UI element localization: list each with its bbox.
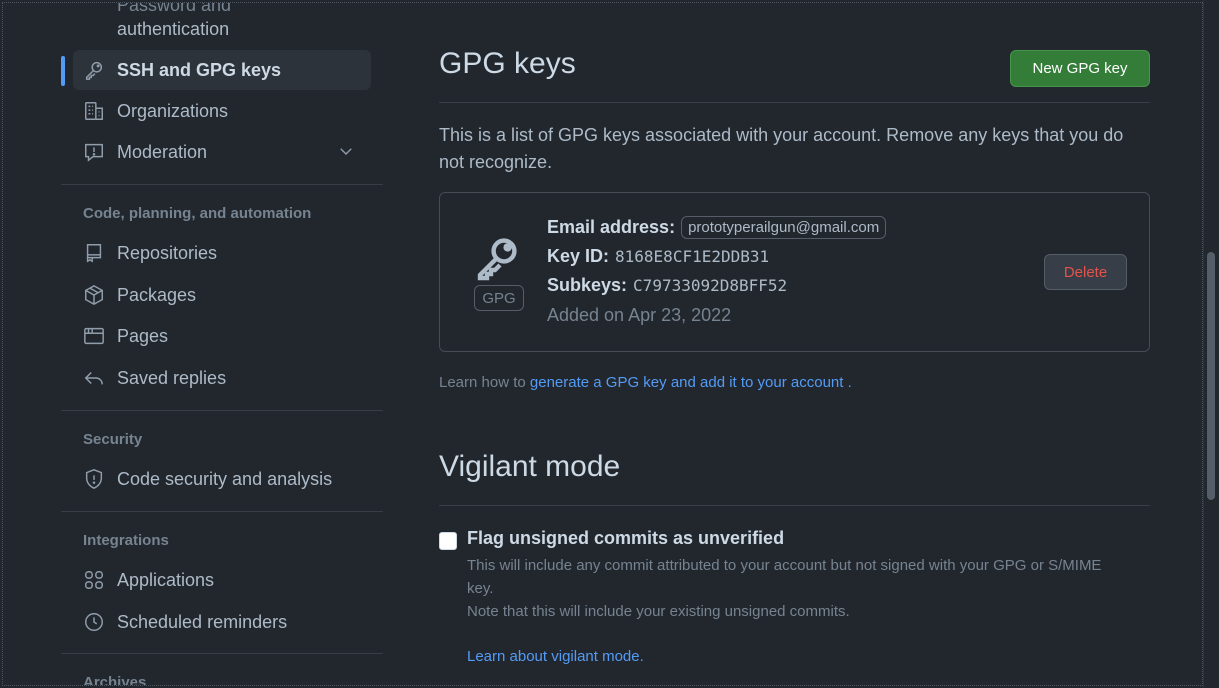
sidebar-item-label: Scheduled reminders [117, 611, 288, 632]
flag-unsigned-label[interactable]: Flag unsigned commits as unverified [467, 528, 784, 549]
sidebar-heading-archives: Archives [83, 674, 147, 686]
sidebar-item-packages[interactable]: Packages [73, 275, 371, 315]
chevron-down-icon[interactable] [337, 142, 355, 160]
learn-suffix: . [847, 374, 852, 391]
sidebar-item-label: Repositories [117, 242, 218, 263]
subkeys-label: Subkeys: [547, 275, 628, 295]
sidebar-item-pages[interactable]: Pages [73, 316, 371, 356]
report-icon [83, 141, 105, 163]
main-content: GPG keys New GPG key This is a list of G… [439, 3, 1150, 685]
settings-sidebar: Password and authentication SSH and GPG … [61, 2, 383, 686]
sidebar-item-label: Code security and analysis [117, 468, 333, 489]
learn-prefix: Learn how to [439, 374, 526, 391]
sidebar-item-moderation[interactable]: Moderation [73, 132, 371, 172]
sidebar-heading-security: Security [83, 431, 143, 448]
sidebar-heading-code-planning: Code, planning, and automation [83, 205, 312, 222]
key-id-row: Key ID: 8168E8CF1E2DDB31 [547, 246, 769, 267]
sidebar-item-ssh-gpg-keys[interactable]: SSH and GPG keys [73, 50, 371, 90]
shield-icon [83, 468, 105, 490]
sidebar-item-label: Packages [117, 284, 197, 305]
key-id-label: Key ID: [547, 246, 610, 266]
sidebar-item-saved-replies[interactable]: Saved replies [73, 358, 371, 398]
sidebar-item-label: Pages [117, 325, 169, 346]
gpg-keys-description: This is a list of GPG keys associated wi… [439, 125, 1124, 172]
sidebar-divider [61, 653, 383, 654]
apps-icon [83, 569, 105, 591]
sidebar-item-label: Organizations [117, 100, 229, 121]
key-id-value: 8168E8CF1E2DDB31 [615, 247, 770, 266]
key-email-row: Email address: prototyperailgun@gmail.co… [547, 216, 887, 239]
vigilant-mode-title: Vigilant mode [439, 450, 621, 483]
gpg-badge: GPG [474, 285, 524, 311]
subkeys-value: C79733092D8BFF52 [633, 276, 788, 295]
sidebar-item-label: Applications [117, 569, 215, 590]
section-divider [439, 505, 1150, 506]
key-added-date: Added on Apr 23, 2022 [547, 305, 732, 325]
sidebar-item-label: Saved replies [117, 367, 227, 388]
subkeys-row: Subkeys: C79733092D8BFF52 [547, 275, 787, 296]
gpg-keys-title: GPG keys [439, 47, 576, 80]
sidebar-item-password-partial[interactable]: Password and authentication [117, 2, 232, 41]
email-value: prototyperailgun@gmail.com [681, 216, 887, 239]
flag-unsigned-description: This will include any commit attributed … [467, 554, 1127, 623]
sidebar-item-label: Moderation [117, 141, 208, 162]
sidebar-item-label: Password and [117, 2, 232, 15]
email-label: Email address: [547, 217, 676, 237]
sidebar-divider [61, 184, 383, 185]
settings-page: Password and authentication SSH and GPG … [2, 2, 1203, 686]
key-icon [83, 59, 105, 81]
reply-icon [83, 367, 105, 389]
learn-gpg-text: Learn how to generate a GPG key and add … [439, 374, 852, 391]
active-indicator [61, 56, 65, 86]
sidebar-heading-integrations: Integrations [83, 532, 169, 549]
section-divider [439, 102, 1150, 103]
clock-icon [83, 611, 105, 633]
browser-icon [83, 325, 105, 347]
sidebar-divider [61, 511, 383, 512]
package-icon [83, 284, 105, 306]
sidebar-item-label: SSH and GPG keys [117, 59, 282, 80]
key-icon [474, 233, 526, 281]
sidebar-divider [61, 410, 383, 411]
flag-note-line2: Note that this will include your existin… [467, 603, 850, 620]
scrollbar-thumb[interactable] [1207, 252, 1215, 500]
organization-icon [83, 100, 105, 122]
sidebar-item-scheduled-reminders[interactable]: Scheduled reminders [73, 602, 371, 642]
sidebar-item-repositories[interactable]: Repositories [73, 233, 371, 273]
flag-unsigned-checkbox[interactable] [439, 532, 457, 550]
learn-vigilant-link[interactable]: Learn about vigilant mode. [467, 648, 644, 665]
sidebar-item-applications[interactable]: Applications [73, 560, 371, 600]
generate-gpg-key-link[interactable]: generate a GPG key and add it to your ac… [530, 374, 844, 391]
sidebar-item-organizations[interactable]: Organizations [73, 91, 371, 131]
delete-key-button[interactable]: Delete [1044, 254, 1127, 290]
repo-icon [83, 242, 105, 264]
gpg-key-card: GPG Email address: prototyperailgun@gmai… [439, 192, 1150, 352]
flag-note-line1: This will include any commit attributed … [467, 557, 1102, 597]
sidebar-item-label: authentication [117, 19, 230, 39]
sidebar-item-code-security[interactable]: Code security and analysis [73, 459, 371, 499]
new-gpg-key-button[interactable]: New GPG key [1010, 50, 1150, 87]
